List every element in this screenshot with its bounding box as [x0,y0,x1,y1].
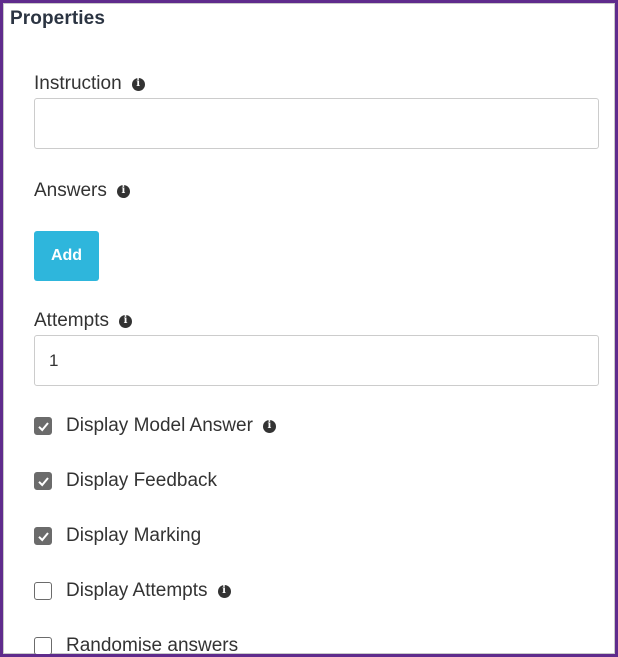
option-label: Display Marking [66,525,202,546]
checkbox-display-model-answer[interactable] [34,417,52,435]
checkbox-display-attempts[interactable] [34,582,52,600]
checkmark-icon [37,476,49,486]
checkbox-display-feedback[interactable] [34,472,52,490]
option-display-feedback[interactable]: Display Feedback [34,470,217,492]
info-circle-icon[interactable]: i [131,77,145,91]
attempts-input[interactable] [34,335,599,386]
option-display-attempts[interactable]: Display Attempts i [34,580,231,602]
info-circle-icon[interactable]: i [217,584,231,598]
panel-title: Properties [10,8,105,29]
option-display-marking[interactable]: Display Marking [34,525,201,547]
info-circle-icon[interactable]: i [116,184,130,198]
add-answer-button[interactable]: Add [34,231,99,281]
option-label: Randomise answers [66,635,239,656]
info-circle-icon[interactable]: i [118,314,132,328]
info-circle-icon[interactable]: i [262,419,276,433]
checkbox-randomise-answers[interactable] [34,637,52,654]
instruction-input[interactable] [34,98,599,149]
option-label: Display Feedback [66,470,218,491]
option-label: Display Attempts [66,580,208,601]
checkbox-display-marking[interactable] [34,527,52,545]
checkmark-icon [37,421,49,431]
option-label: Display Model Answer [66,415,253,436]
instruction-label-row: Instruction i [34,73,145,95]
checkmark-icon [37,531,49,541]
attempts-label-row: Attempts i [34,310,132,332]
properties-panel: Properties Instruction i Answers i Add A… [0,0,618,657]
attempts-label: Attempts [34,310,109,331]
option-randomise-answers[interactable]: Randomise answers [34,635,239,656]
instruction-label: Instruction [34,73,122,94]
answers-label: Answers [34,180,107,201]
option-display-model-answer[interactable]: Display Model Answer i [34,415,276,437]
answers-label-row: Answers i [34,180,130,202]
